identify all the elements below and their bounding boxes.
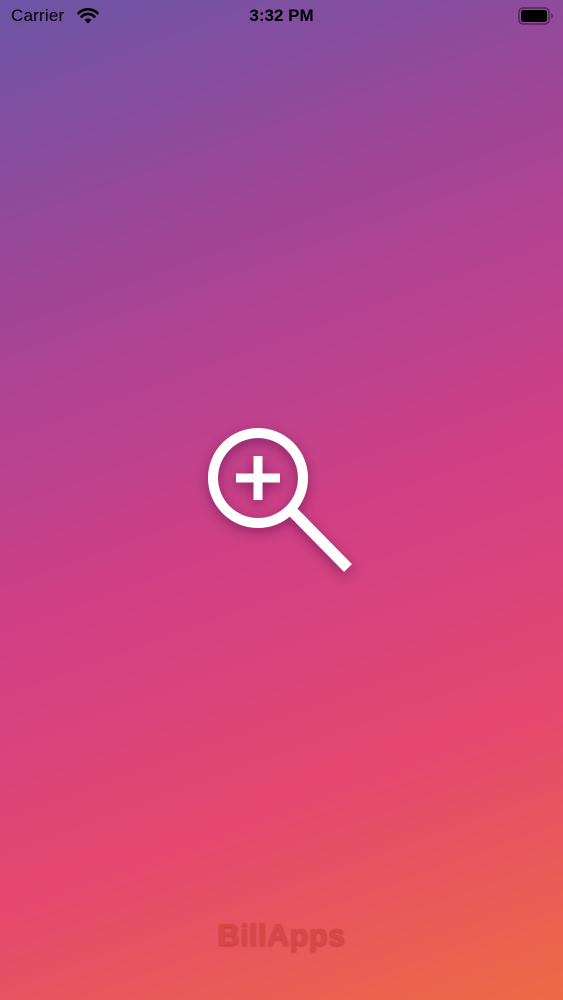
status-time: 3:32 PM [249, 6, 314, 25]
splash-screen: Carrier 3:32 PM BillApps [0, 0, 563, 1000]
zoom-in-magnifier-icon [208, 428, 352, 572]
status-bar: Carrier 3:32 PM [0, 0, 563, 34]
brand-label: BillApps [217, 917, 346, 952]
battery-icon [518, 7, 553, 25]
